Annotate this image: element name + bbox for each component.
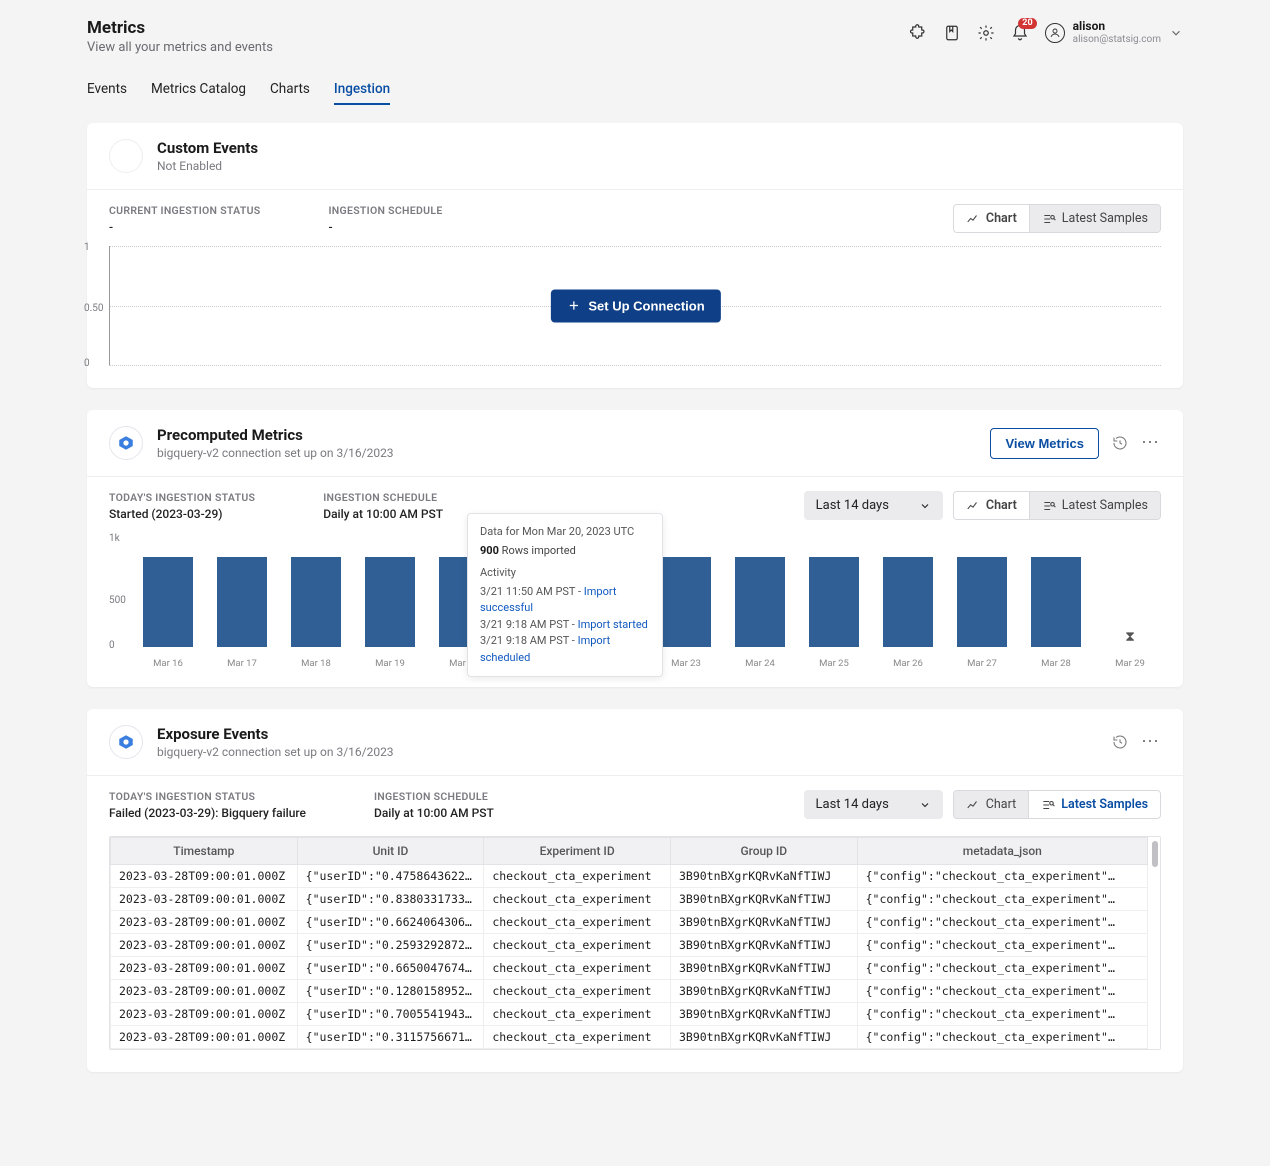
card-subtitle: bigquery-v2 connection set up on 3/16/20… [157,745,394,759]
card-subtitle: bigquery-v2 connection set up on 3/16/20… [157,446,394,460]
empty-chart: 1 0.50 0 Set Up Connection [109,246,1161,366]
status-label: CURRENT INGESTION STATUS [109,204,260,217]
chevron-down-icon [919,500,931,512]
card-title: Precomputed Metrics [157,426,394,444]
page-subtitle: View all your metrics and events [87,40,273,55]
history-icon[interactable] [1109,432,1131,454]
status-label: TODAY'S INGESTION STATUS [109,491,255,504]
card-custom-events: Custom Events Not Enabled CURRENT INGEST… [87,123,1183,388]
status-value: Failed (2023-03-29): Bigquery failure [109,806,306,820]
status-value: Started (2023-03-29) [109,507,255,521]
status-value: - [109,220,260,234]
bigquery-icon [109,725,143,759]
column-header[interactable]: Unit ID [297,838,484,865]
table-row[interactable]: 2023-03-28T09:00:01.000Z{"userID":"0.838… [111,888,1148,911]
more-icon[interactable]: ⋯ [1141,733,1161,751]
puzzle-icon[interactable] [909,24,927,42]
bar [877,557,939,647]
bigquery-icon [109,426,143,460]
table-row[interactable]: 2023-03-28T09:00:01.000Z{"userID":"0.311… [111,1026,1148,1049]
view-toggle: Chart Latest Samples [953,491,1161,520]
gear-icon[interactable] [977,24,995,42]
table-row[interactable]: 2023-03-28T09:00:01.000Z{"userID":"0.259… [111,934,1148,957]
avatar-icon [1045,23,1065,43]
column-header[interactable]: Experiment ID [484,838,671,865]
schedule-value: Daily at 10:00 AM PST [323,507,443,521]
bar [137,557,199,647]
tooltip-activity-link[interactable]: Import started [578,618,648,631]
table-row[interactable]: 2023-03-28T09:00:01.000Z{"userID":"0.128… [111,980,1148,1003]
samples-toggle[interactable]: Latest Samples [1028,791,1160,818]
date-range-dropdown[interactable]: Last 14 days [804,491,943,520]
history-icon[interactable] [1109,731,1131,753]
hourglass-icon: ⧗ [1125,629,1135,645]
view-metrics-button[interactable]: View Metrics [990,428,1099,459]
schedule-value: Daily at 10:00 AM PST [374,806,494,820]
chart-tooltip: Data for Mon Mar 20, 2023 UTC 900 Rows i… [467,513,663,677]
samples-table: TimestampUnit IDExperiment IDGroup IDmet… [109,836,1161,1050]
bar [211,557,273,647]
samples-toggle[interactable]: Latest Samples [1029,492,1160,519]
chart-toggle[interactable]: Chart [954,205,1029,232]
chevron-down-icon [919,799,931,811]
tab-ingestion[interactable]: Ingestion [334,81,390,105]
table-row[interactable]: 2023-03-28T09:00:01.000Z{"userID":"0.700… [111,1003,1148,1026]
tabs: Events Metrics Catalog Charts Ingestion [87,81,1183,105]
chart-toggle[interactable]: Chart [954,791,1028,818]
setup-connection-button[interactable]: Set Up Connection [550,289,720,322]
schedule-label: INGESTION SCHEDULE [323,491,443,504]
tab-metrics-catalog[interactable]: Metrics Catalog [151,81,246,105]
tab-events[interactable]: Events [87,81,127,105]
bar [803,557,865,647]
bar [655,557,717,647]
table-row[interactable]: 2023-03-28T09:00:01.000Z{"userID":"0.665… [111,957,1148,980]
ingestion-bar-chart: 1k 500 0 ⧗ Mar 16Mar 17Mar 18Mar 19Mar 2… [109,535,1161,665]
bar [359,557,421,647]
bar: ⧗ [1099,629,1161,647]
scrollbar[interactable] [1152,839,1158,1047]
bell-icon[interactable]: 20 [1011,24,1029,42]
more-icon[interactable]: ⋯ [1141,434,1161,452]
schedule-label: INGESTION SCHEDULE [374,790,494,803]
schedule-label: INGESTION SCHEDULE [328,204,442,217]
card-subtitle: Not Enabled [157,159,258,173]
status-label: TODAY'S INGESTION STATUS [109,790,306,803]
card-title: Custom Events [157,139,258,157]
source-icon-empty [109,139,143,173]
column-header[interactable]: metadata_json [857,838,1147,865]
schedule-value: - [328,220,442,234]
card-title: Exposure Events [157,725,394,743]
table-row[interactable]: 2023-03-28T09:00:01.000Z{"userID":"0.475… [111,865,1148,888]
chart-toggle[interactable]: Chart [954,492,1029,519]
bookmark-icon[interactable] [943,24,961,42]
user-name: alison [1073,20,1161,34]
tab-charts[interactable]: Charts [270,81,310,105]
chevron-down-icon [1169,26,1183,40]
user-menu[interactable]: alison alison@statsig.com [1045,20,1183,45]
bar [951,557,1013,647]
bar [285,557,347,647]
column-header[interactable]: Group ID [670,838,857,865]
view-toggle: Chart Latest Samples [953,790,1161,819]
bar [1025,557,1087,647]
page-title: Metrics [87,18,273,38]
card-precomputed-metrics: Precomputed Metrics bigquery-v2 connecti… [87,410,1183,687]
view-toggle: Chart Latest Samples [953,204,1161,233]
column-header[interactable]: Timestamp [111,838,298,865]
table-row[interactable]: 2023-03-28T09:00:01.000Z{"userID":"0.662… [111,911,1148,934]
bar [729,557,791,647]
notification-badge: 20 [1018,18,1036,29]
card-exposure-events: Exposure Events bigquery-v2 connection s… [87,709,1183,1072]
samples-toggle[interactable]: Latest Samples [1029,205,1160,232]
date-range-dropdown[interactable]: Last 14 days [804,790,943,819]
user-email: alison@statsig.com [1073,34,1161,46]
